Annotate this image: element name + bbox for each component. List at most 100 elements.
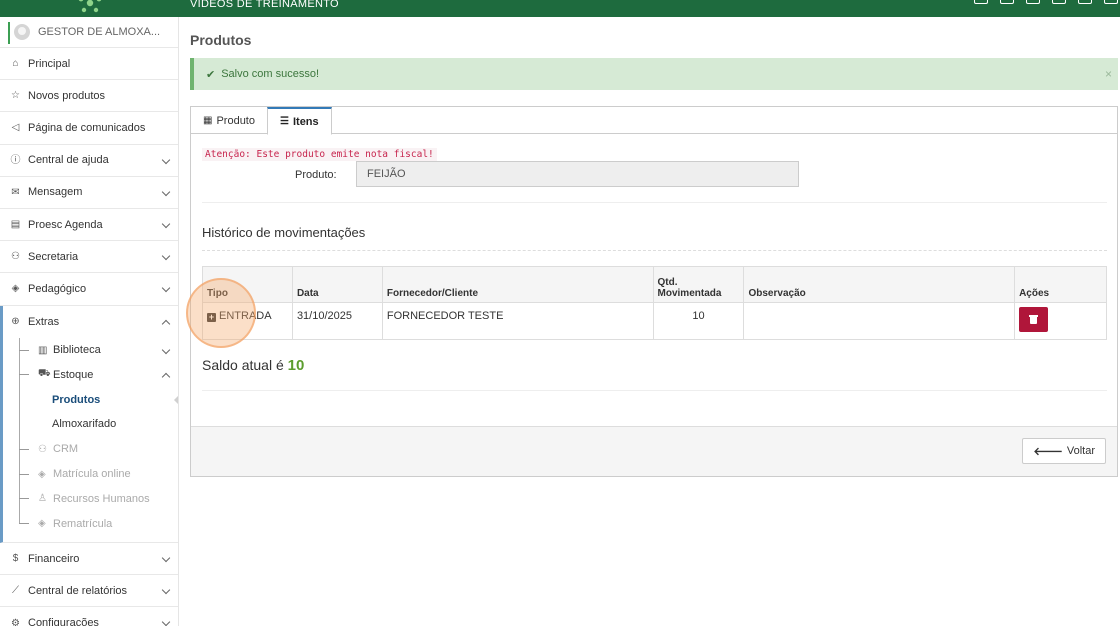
graduation-cap-icon: ◈ xyxy=(11,283,20,295)
table-row: + ENTRADA 31/10/2025 FORNECEDOR TESTE 10 xyxy=(202,302,1107,340)
calendar-icon[interactable] xyxy=(1026,0,1040,4)
sidebar-item-configuracoes[interactable]: ⚙ Configurações xyxy=(0,607,178,626)
sidebar-item-relatorios[interactable]: ⟋ Central de relatórios xyxy=(0,575,178,608)
active-indicator xyxy=(174,395,178,406)
sidebar-item-mensagem[interactable]: ✉ Mensagem xyxy=(0,177,178,209)
cell-tipo: + ENTRADA xyxy=(202,302,293,340)
sidebar-item-secretaria[interactable]: ⚇ Secretaria xyxy=(0,241,178,274)
gear-icon: ⚙ xyxy=(11,617,20,626)
sidebar-item-pedagogico[interactable]: ◈ Pedagógico xyxy=(0,273,178,306)
chevron-down-icon xyxy=(161,618,171,626)
info-icon: ⓘ xyxy=(10,154,21,166)
book-icon: ▥ xyxy=(38,344,48,356)
user-profile[interactable]: GESTOR DE ALMOXA... xyxy=(0,17,178,48)
megaphone-icon: ◁ xyxy=(11,122,20,134)
panel-footer: 🡐 Voltar xyxy=(191,426,1117,476)
movements-table: Tipo Data Fornecedor/Cliente Qtd. Movime… xyxy=(202,266,1107,340)
column-header-acoes: Ações xyxy=(1014,266,1107,303)
chevron-down-icon xyxy=(161,553,171,563)
sidebar-item-principal[interactable]: ⌂ Principal xyxy=(0,48,178,81)
sidebar-item-agenda[interactable]: ▤ Proesc Agenda xyxy=(0,209,178,242)
home-icon: ⌂ xyxy=(12,58,19,70)
delete-button[interactable] xyxy=(1019,307,1049,332)
app-logo[interactable] xyxy=(74,0,106,14)
person-icon: ♙ xyxy=(38,493,47,505)
divider xyxy=(202,202,1107,203)
sidebar-item-biblioteca[interactable]: ▥ Biblioteca xyxy=(3,337,178,363)
graduation-cap-icon: ◈ xyxy=(38,468,46,480)
sidebar-group-extras: ⊕ Extras ▥ Biblioteca ⛟ Estoque Produtos… xyxy=(0,305,178,544)
back-button[interactable]: 🡐 Voltar xyxy=(1022,438,1106,464)
sidebar-item-extras[interactable]: ⊕ Extras xyxy=(3,306,178,338)
success-alert: ✔ Salvo com sucesso! × xyxy=(190,58,1118,90)
top-bar: VÍDEOS DE TREINAMENTO xyxy=(0,0,1120,17)
product-field: FEIJÃO xyxy=(356,161,799,187)
sidebar-item-novos-produtos[interactable]: ☆ Novos produtos xyxy=(0,80,178,113)
star-icon: ☆ xyxy=(11,90,20,102)
help-icon[interactable] xyxy=(974,0,988,4)
plus-square-icon: + xyxy=(207,312,216,322)
topbar-icons xyxy=(974,0,1120,17)
sidebar-item-recursos-humanos[interactable]: ♙ Recursos Humanos xyxy=(3,486,178,512)
product-label: Produto: xyxy=(295,169,337,181)
cell-fornecedor: FORNECEDOR TESTE xyxy=(381,302,654,340)
graduation-cap-icon: ◈ xyxy=(38,518,46,530)
product-panel: ▦ Produto ☰ Itens Atenção: Este produto … xyxy=(190,106,1118,477)
divider xyxy=(202,250,1107,251)
page-title: Produtos xyxy=(190,32,252,48)
sidebar-item-central-ajuda[interactable]: ⓘ Central de ajuda xyxy=(0,145,178,177)
users-icon: ⚇ xyxy=(38,443,47,455)
bell-icon[interactable] xyxy=(1000,0,1014,4)
column-header-qtd[interactable]: Qtd. Movimentada xyxy=(652,266,745,303)
plus-circle-icon: ⊕ xyxy=(11,316,20,328)
settings-icon[interactable] xyxy=(1078,0,1092,4)
chat-icon[interactable] xyxy=(1052,0,1066,4)
agenda-icon: ▤ xyxy=(10,219,21,231)
avatar xyxy=(14,24,30,40)
money-icon: $ xyxy=(12,553,19,565)
sidebar-item-almoxarifado[interactable]: Almoxarifado xyxy=(3,412,178,437)
divider xyxy=(202,390,1107,391)
alert-message: Salvo com sucesso! xyxy=(221,68,320,80)
user-menu-icon[interactable] xyxy=(1104,0,1118,4)
fiscal-notice: Atenção: Este produto emite nota fiscal! xyxy=(202,148,437,161)
chevron-down-icon xyxy=(161,251,171,261)
column-header-fornecedor[interactable]: Fornecedor/Cliente xyxy=(381,266,654,303)
tab-itens[interactable]: ☰ Itens xyxy=(267,107,332,135)
check-icon: ✔ xyxy=(206,68,216,81)
users-icon: ⚇ xyxy=(11,251,20,263)
sidebar-item-matricula-online[interactable]: ◈ Matrícula online xyxy=(3,461,178,487)
column-header-observacao[interactable]: Observação xyxy=(743,266,1016,303)
chevron-up-icon xyxy=(161,319,171,328)
envelope-icon: ✉ xyxy=(11,186,20,198)
cell-observacao xyxy=(743,302,1016,340)
column-header-tipo[interactable]: Tipo xyxy=(202,266,293,303)
tab-bar: ▦ Produto ☰ Itens xyxy=(191,107,1117,135)
chevron-down-icon xyxy=(161,187,171,196)
sidebar-item-produtos[interactable]: Produtos xyxy=(3,387,178,413)
tab-produto[interactable]: ▦ Produto xyxy=(191,107,267,134)
table-icon: ▦ xyxy=(203,115,213,126)
cell-data: 31/10/2025 xyxy=(291,302,383,340)
sidebar: GESTOR DE ALMOXA... ⌂ Principal ☆ Novos … xyxy=(0,17,179,626)
table-header-row: Tipo Data Fornecedor/Cliente Qtd. Movime… xyxy=(202,266,1107,303)
chevron-down-icon xyxy=(161,586,171,595)
chevron-up-icon xyxy=(161,373,171,382)
sidebar-item-estoque[interactable]: ⛟ Estoque xyxy=(3,362,178,388)
sidebar-item-financeiro[interactable]: $ Financeiro xyxy=(0,543,178,576)
current-balance: Saldo atual é 10 xyxy=(202,357,305,374)
chevron-down-icon xyxy=(161,345,171,354)
sidebar-item-comunicados[interactable]: ◁ Página de comunicados xyxy=(0,112,178,145)
arrow-left-icon: 🡐 xyxy=(1033,446,1063,458)
chevron-down-icon xyxy=(161,155,171,164)
truck-icon: ⛟ xyxy=(38,368,51,380)
close-icon[interactable]: × xyxy=(1105,67,1112,81)
history-title: Histórico de movimentações xyxy=(202,225,366,240)
sidebar-item-crm[interactable]: ⚇ CRM xyxy=(3,436,178,462)
cell-acoes xyxy=(1014,302,1107,340)
header-title: VÍDEOS DE TREINAMENTO xyxy=(190,0,339,10)
sidebar-item-rematricula[interactable]: ◈ Rematrícula xyxy=(3,511,178,536)
chart-icon: ⟋ xyxy=(12,585,19,597)
column-header-data[interactable]: Data xyxy=(291,266,383,303)
chevron-down-icon xyxy=(161,219,171,229)
